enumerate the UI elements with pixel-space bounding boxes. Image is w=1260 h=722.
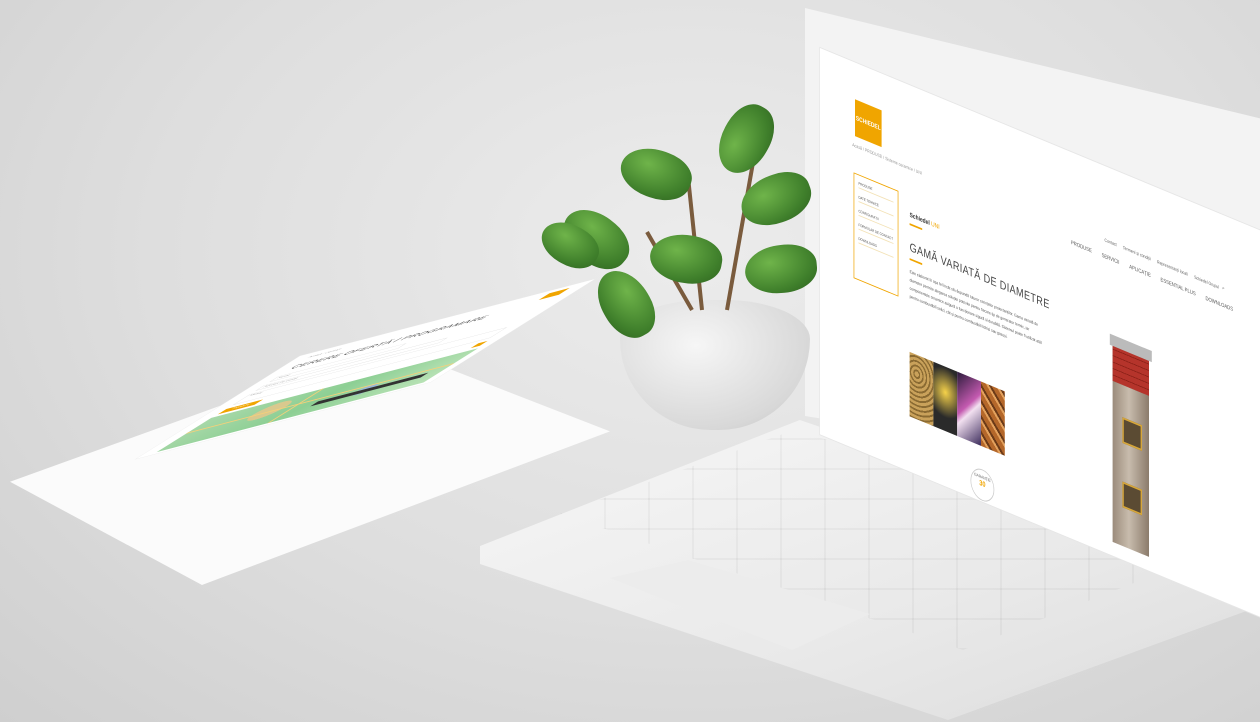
main-nav: PRODUSE SERVICII APLICAȚIE ESSENTIAL PLU… (1071, 240, 1233, 313)
brand-product: UNI (931, 220, 940, 231)
nav-item-servicii[interactable]: SERVICII (1102, 253, 1120, 266)
oil-image (933, 361, 958, 437)
site-logo[interactable]: SCHIEDEL (855, 99, 882, 148)
nav-item-produse[interactable]: PRODUSE (1071, 240, 1092, 254)
product-brand: Schiedel UNI (910, 212, 940, 231)
plant-leaf (707, 95, 785, 183)
plant-leaf (646, 229, 726, 289)
top-link[interactable]: Contact (1105, 238, 1117, 249)
chimney-door (1122, 417, 1142, 451)
breadcrumb: Acasă / PRODUSE / Sisteme ceramice / UNI (852, 142, 922, 177)
chimney-image (1109, 333, 1152, 557)
gas-image (957, 371, 981, 446)
side-nav: PRODUSE DATE TEHNICE CONFIGURAȚII FORMUL… (853, 172, 899, 297)
accent-divider (909, 223, 923, 231)
nav-item-essential[interactable]: ESSENTIAL PLUS (1161, 277, 1196, 297)
plant-leaf (613, 139, 699, 209)
search-icon[interactable]: ⌕ (1222, 285, 1224, 292)
top-link[interactable]: Termeni și condiții (1123, 245, 1151, 262)
nav-item-aplicatie[interactable]: APLICAȚIE (1129, 264, 1150, 278)
wood-image (981, 381, 1005, 456)
top-link[interactable]: Schiedel Grupul (1194, 275, 1219, 291)
accent-divider (909, 258, 923, 266)
pellets-image (909, 351, 934, 427)
plant-stem (725, 152, 757, 311)
tablet-logo[interactable] (538, 287, 570, 301)
product-photos (909, 351, 1005, 456)
chimney-door (1122, 481, 1142, 516)
nav-item-downloads[interactable]: DOWNLOADS (1205, 296, 1233, 313)
top-link[interactable]: Reprezentanți locali (1157, 259, 1188, 277)
